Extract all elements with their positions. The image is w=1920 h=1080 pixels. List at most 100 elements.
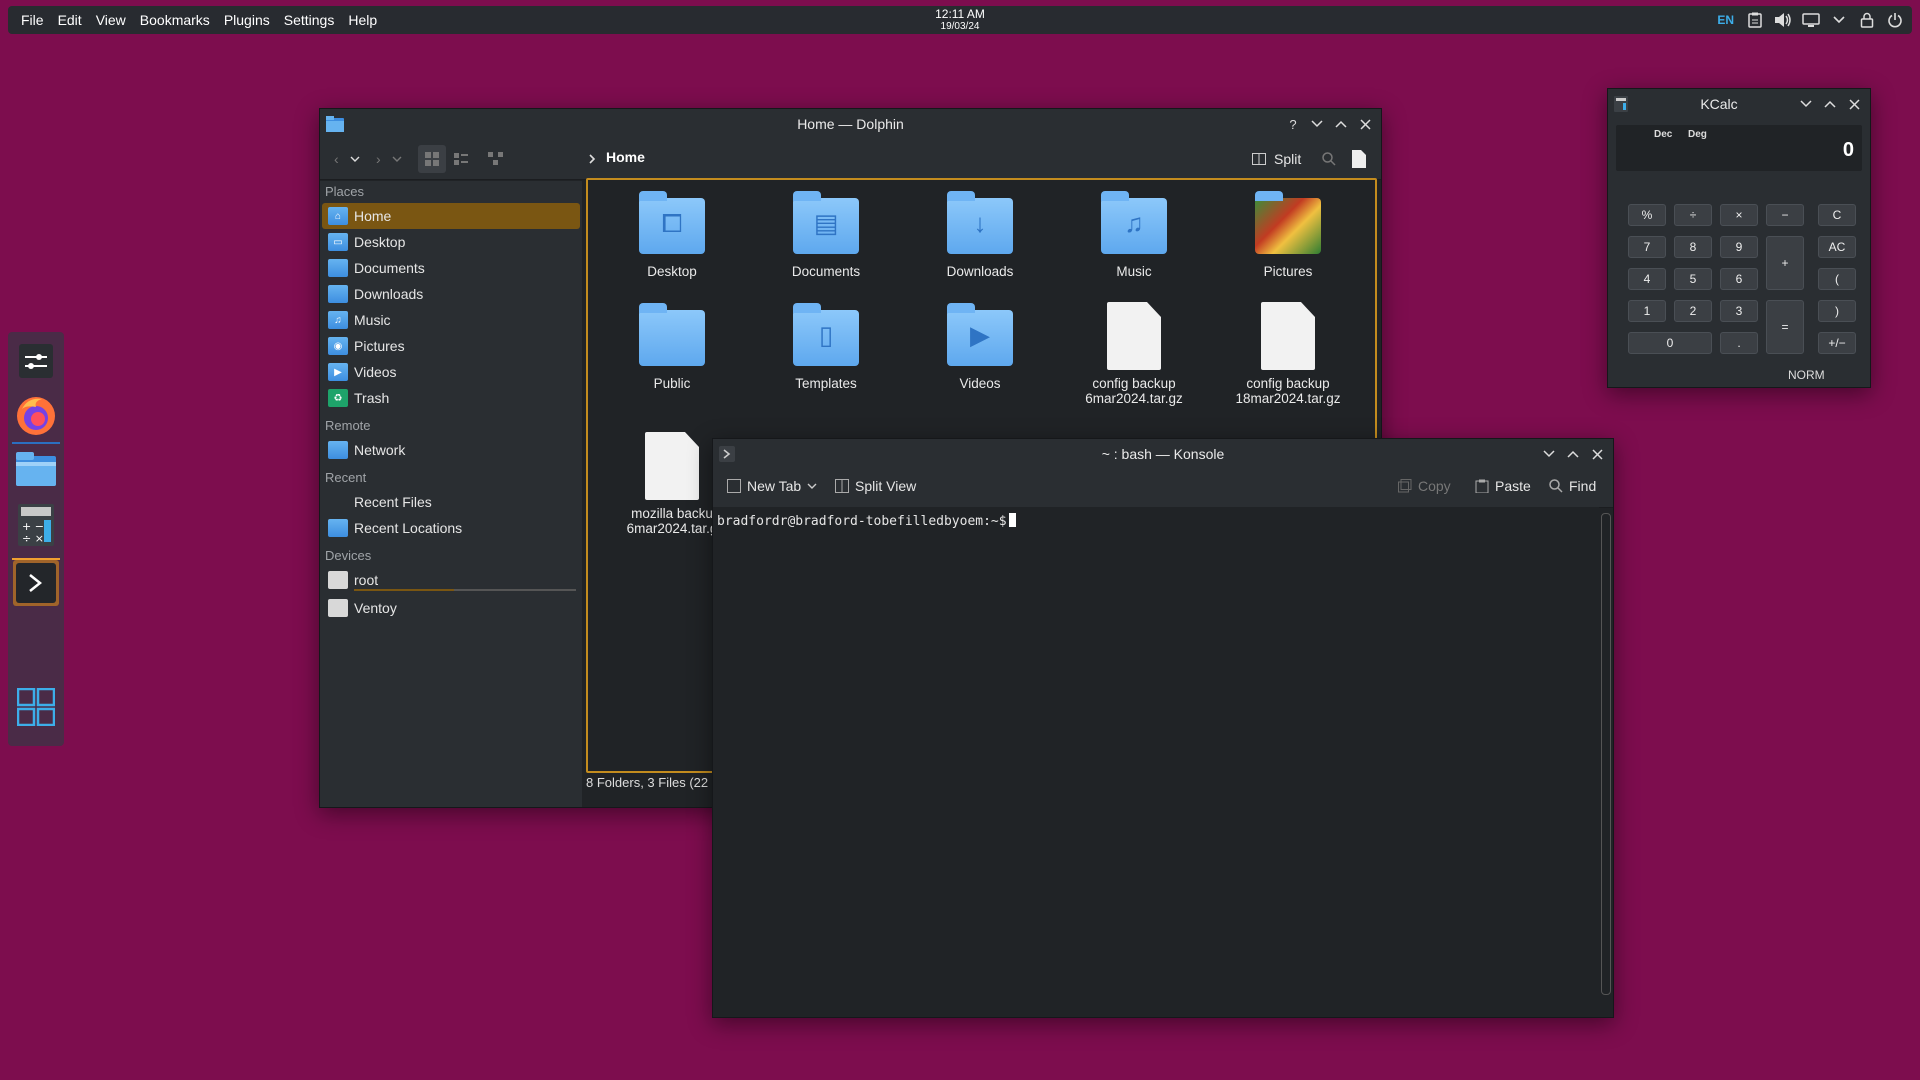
key-decimal[interactable]: .: [1720, 332, 1758, 354]
file-item-music[interactable]: ♫ Music: [1064, 191, 1204, 279]
back-menu-chevron-icon[interactable]: [350, 147, 360, 171]
dolphin-icon[interactable]: [13, 446, 59, 492]
split-view-button[interactable]: Split View: [835, 478, 916, 494]
places-item-documents[interactable]: Documents: [320, 255, 582, 281]
key-percent[interactable]: %: [1628, 204, 1666, 226]
konsole-icon[interactable]: [13, 560, 59, 606]
places-item-music[interactable]: ♫ Music: [320, 307, 582, 333]
terminal-scrollbar[interactable]: [1601, 513, 1611, 995]
digital-clock[interactable]: 12:11 AM 19/03/24: [935, 8, 985, 33]
konsole-titlebar[interactable]: ~ : bash — Konsole: [713, 439, 1613, 469]
key-7[interactable]: 7: [1628, 236, 1666, 258]
key-6[interactable]: 6: [1720, 268, 1758, 290]
key-equals[interactable]: =: [1766, 300, 1804, 354]
terminal-area[interactable]: bradfordr@bradford-tobefilledbyoem:~$: [713, 507, 1599, 1017]
find-label: Find: [1569, 478, 1597, 494]
minimize-icon[interactable]: [1539, 444, 1559, 464]
key-sign[interactable]: +/−: [1818, 332, 1856, 354]
menu-plugins[interactable]: Plugins: [217, 6, 277, 34]
places-item-videos[interactable]: ▶ Videos: [320, 359, 582, 385]
find-button[interactable]: Find: [1549, 478, 1596, 494]
key-1[interactable]: 1: [1628, 300, 1666, 322]
kcalc-icon[interactable]: + − ÷ ×: [13, 502, 59, 548]
kcalc-titlebar[interactable]: KCalc: [1608, 89, 1870, 119]
forward-icon[interactable]: ›: [376, 147, 381, 171]
places-item-recent-files[interactable]: Recent Files: [320, 489, 582, 515]
forward-menu-chevron-icon[interactable]: [392, 147, 402, 171]
paste-button[interactable]: Paste: [1475, 478, 1531, 494]
key-open-paren[interactable]: (: [1818, 268, 1856, 290]
places-item-root[interactable]: root: [320, 567, 582, 593]
volume-icon[interactable]: [1772, 9, 1794, 31]
places-item-network[interactable]: Network: [320, 437, 582, 463]
file-item-config-backup-6mar[interactable]: config backup 6mar2024.tar.gz: [1064, 302, 1204, 406]
key-plus[interactable]: +: [1766, 236, 1804, 290]
keyboard-layout-indicator[interactable]: EN: [1713, 9, 1738, 31]
key-all-clear[interactable]: AC: [1818, 236, 1856, 258]
key-4[interactable]: 4: [1628, 268, 1666, 290]
search-icon[interactable]: [1322, 147, 1336, 171]
places-item-desktop[interactable]: ▭ Desktop: [320, 229, 582, 255]
file-item-pictures[interactable]: Pictures: [1218, 191, 1358, 279]
minimize-icon[interactable]: [1796, 94, 1816, 114]
display-icon[interactable]: [1800, 9, 1822, 31]
file-item-downloads[interactable]: ↓ Downloads: [910, 191, 1050, 279]
key-2[interactable]: 2: [1674, 300, 1712, 322]
mixer-icon[interactable]: [13, 338, 59, 384]
file-item-desktop[interactable]: ⧠ Desktop: [602, 191, 742, 279]
key-close-paren[interactable]: ): [1818, 300, 1856, 322]
places-item-trash[interactable]: ♻ Trash: [320, 385, 582, 411]
dolphin-titlebar[interactable]: Home — Dolphin ?: [320, 109, 1381, 139]
lock-icon[interactable]: [1856, 9, 1878, 31]
minimize-icon[interactable]: [1307, 114, 1327, 134]
clipboard-icon[interactable]: [1744, 9, 1766, 31]
compact-view-icon[interactable]: [454, 147, 468, 171]
help-icon[interactable]: ?: [1283, 114, 1303, 134]
file-item-public[interactable]: Public: [602, 303, 742, 391]
key-clear[interactable]: C: [1818, 204, 1856, 226]
key-8[interactable]: 8: [1674, 236, 1712, 258]
menu-edit[interactable]: Edit: [51, 6, 89, 34]
places-item-home[interactable]: ⌂ Home: [322, 203, 580, 229]
file-item-config-backup-18mar[interactable]: config backup 18mar2024.tar.gz: [1218, 302, 1358, 406]
menu-help[interactable]: Help: [341, 6, 384, 34]
file-item-documents[interactable]: ▤ Documents: [756, 191, 896, 279]
breadcrumb-chevron-icon[interactable]: [588, 147, 596, 171]
chevron-down-icon[interactable]: [1828, 9, 1850, 31]
key-0[interactable]: 0: [1628, 332, 1712, 354]
split-button[interactable]: Split: [1252, 147, 1301, 171]
places-item-downloads[interactable]: Downloads: [320, 281, 582, 307]
maximize-icon[interactable]: [1563, 444, 1583, 464]
menu-file[interactable]: File: [14, 6, 51, 34]
key-minus[interactable]: −: [1766, 204, 1804, 226]
power-icon[interactable]: [1884, 9, 1906, 31]
places-item-recent-locations[interactable]: Recent Locations: [320, 515, 582, 541]
places-item-pictures[interactable]: ◉ Pictures: [320, 333, 582, 359]
key-5[interactable]: 5: [1674, 268, 1712, 290]
new-tab-button[interactable]: New Tab: [727, 478, 817, 494]
menu-view[interactable]: View: [89, 6, 133, 34]
preview-icon[interactable]: [1352, 147, 1366, 171]
close-icon[interactable]: [1355, 114, 1375, 134]
firefox-icon[interactable]: [13, 392, 59, 438]
menu-bookmarks[interactable]: Bookmarks: [133, 6, 217, 34]
breadcrumb-home[interactable]: Home: [606, 149, 645, 165]
maximize-icon[interactable]: [1331, 114, 1351, 134]
key-divide[interactable]: ÷: [1674, 204, 1712, 226]
key-3[interactable]: 3: [1720, 300, 1758, 322]
close-icon[interactable]: [1587, 444, 1607, 464]
copy-button[interactable]: Copy: [1398, 478, 1451, 494]
key-multiply[interactable]: ×: [1720, 204, 1758, 226]
menu-settings[interactable]: Settings: [277, 6, 342, 34]
back-icon[interactable]: ‹: [334, 147, 339, 171]
close-icon[interactable]: [1844, 94, 1864, 114]
icons-view-icon[interactable]: [418, 145, 446, 173]
app-grid-icon[interactable]: [13, 684, 59, 730]
details-view-icon[interactable]: [488, 147, 504, 171]
file-item-videos[interactable]: ▶ Videos: [910, 303, 1050, 391]
key-9[interactable]: 9: [1720, 236, 1758, 258]
split-view-label: Split View: [855, 478, 917, 494]
maximize-icon[interactable]: [1820, 94, 1840, 114]
file-item-templates[interactable]: ▯ Templates: [756, 303, 896, 391]
places-item-ventoy[interactable]: Ventoy: [320, 595, 582, 621]
